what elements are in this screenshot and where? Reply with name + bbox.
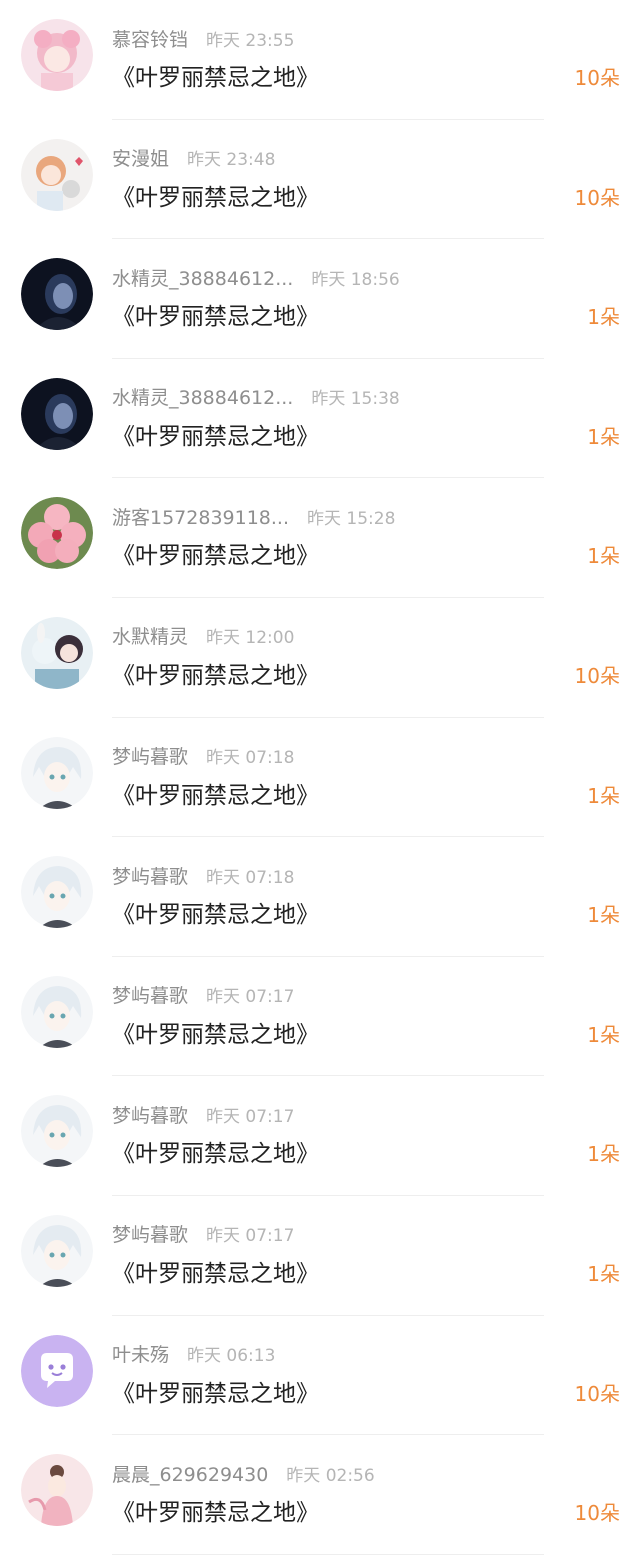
dark-hooded-girl-avatar[interactable] [21,377,93,450]
item-title: 《叶罗丽禁忌之地》 [112,1500,319,1527]
pink-costume-girl-avatar[interactable] [21,1454,93,1527]
list-item[interactable]: 梦屿暮歌 昨天 07:17 《叶罗丽禁忌之地》 1朵 [0,1196,640,1316]
flower-count: 1朵 [587,1022,620,1047]
item-meta: 梦屿暮歌 昨天 07:18 [112,861,294,889]
flower-count: 1朵 [587,305,620,330]
list-item[interactable]: 晨晨_629629430 昨天 02:56 《叶罗丽禁忌之地》 10朵 [0,1435,640,1555]
list-item[interactable]: 梦屿暮歌 昨天 07:17 《叶罗丽禁忌之地》 1朵 [0,957,640,1077]
list-item[interactable]: 梦屿暮歌 昨天 07:18 《叶罗丽禁忌之地》 1朵 [0,718,640,838]
list-item[interactable]: 慕容铃铛 昨天 23:55 《叶罗丽禁忌之地》 10朵 [0,0,640,120]
flower-count: 10朵 [574,663,620,688]
user-name[interactable]: 梦屿暮歌 [112,862,188,889]
item-title: 《叶罗丽禁忌之地》 [112,65,319,91]
list-item[interactable]: 安漫姐 昨天 23:48 《叶罗丽禁忌之地》 10朵 [0,120,640,240]
timestamp: 昨天 15:38 [311,389,400,410]
item-title: 《叶罗丽禁忌之地》 [112,423,319,450]
flower-count: 10朵 [574,185,620,210]
white-hair-boy-avatar[interactable] [21,1095,93,1168]
item-meta: 叶未殇 昨天 06:13 [112,1340,275,1368]
user-name[interactable]: 梦屿暮歌 [112,742,188,769]
timestamp: 昨天 07:17 [206,1106,295,1127]
item-title: 《叶罗丽禁忌之地》 [112,902,319,929]
timestamp: 昨天 07:17 [206,987,295,1008]
user-name[interactable]: 梦屿暮歌 [112,1220,188,1247]
user-name[interactable]: 水精灵_38884612... [112,264,293,291]
list-item[interactable]: 水精灵_38884612... 昨天 15:38 《叶罗丽禁忌之地》 1朵 [0,359,640,479]
item-title: 《叶罗丽禁忌之地》 [112,1260,319,1287]
timestamp: 昨天 18:56 [311,269,400,290]
timestamp: 昨天 02:56 [286,1465,375,1486]
flower-count: 1朵 [587,424,620,449]
list-item[interactable]: 游客1572839118... 昨天 15:28 《叶罗丽禁忌之地》 1朵 [0,478,640,598]
white-hair-boy-avatar[interactable] [21,975,93,1048]
item-meta: 梦屿暮歌 昨天 07:17 [112,981,294,1009]
list-item[interactable]: 水默精灵 昨天 12:00 《叶罗丽禁忌之地》 10朵 [0,598,640,718]
item-meta: 梦屿暮歌 昨天 07:18 [112,742,294,770]
white-hair-boy-avatar[interactable] [21,736,93,809]
item-title: 《叶罗丽禁忌之地》 [112,1380,319,1407]
item-title: 《叶罗丽禁忌之地》 [112,782,319,809]
user-name[interactable]: 晨晨_629629430 [112,1460,268,1487]
pink-flower-avatar[interactable] [21,497,93,570]
flower-count: 1朵 [587,1142,620,1167]
white-hair-boy-avatar[interactable] [21,1214,93,1287]
item-meta: 水默精灵 昨天 12:00 [112,622,294,650]
user-name[interactable]: 梦屿暮歌 [112,981,188,1008]
item-meta: 梦屿暮歌 昨天 07:17 [112,1220,294,1248]
user-name[interactable]: 游客1572839118... [112,503,289,530]
dark-hooded-girl-avatar[interactable] [21,258,93,331]
user-name[interactable]: 水默精灵 [112,622,188,649]
flower-count: 10朵 [574,66,620,90]
timestamp: 昨天 07:18 [206,867,295,888]
item-title: 《叶罗丽禁忌之地》 [112,662,319,689]
flower-count: 10朵 [574,1501,620,1526]
user-name[interactable]: 安漫姐 [112,144,169,171]
anime-pair-avatar[interactable] [21,616,93,689]
item-meta: 游客1572839118... 昨天 15:28 [112,502,395,530]
anime-girl-bunny-avatar[interactable] [21,138,93,211]
item-meta: 晨晨_629629430 昨天 02:56 [112,1459,375,1487]
item-title: 《叶罗丽禁忌之地》 [112,1021,319,1048]
pink-doll-avatar[interactable] [21,19,93,91]
item-title: 《叶罗丽禁忌之地》 [112,304,319,331]
timestamp: 昨天 12:00 [206,628,295,649]
gift-record-list: 慕容铃铛 昨天 23:55 《叶罗丽禁忌之地》 10朵 安漫姐 昨天 23:48… [0,0,640,1555]
flower-count: 1朵 [587,783,620,808]
flower-count: 1朵 [587,1261,620,1286]
user-name[interactable]: 叶未殇 [112,1340,169,1367]
user-name[interactable]: 慕容铃铛 [112,25,188,52]
flower-count: 10朵 [574,1381,620,1406]
item-title: 《叶罗丽禁忌之地》 [112,543,319,570]
purple-chat-bubble-avatar[interactable] [21,1334,93,1407]
timestamp: 昨天 06:13 [187,1346,276,1367]
item-meta: 水精灵_38884612... 昨天 15:38 [112,383,400,411]
item-title: 《叶罗丽禁忌之地》 [112,184,319,211]
timestamp: 昨天 23:48 [187,150,276,171]
list-item[interactable]: 水精灵_38884612... 昨天 18:56 《叶罗丽禁忌之地》 1朵 [0,239,640,359]
item-meta: 水精灵_38884612... 昨天 18:56 [112,263,400,291]
white-hair-boy-avatar[interactable] [21,856,93,929]
flower-count: 1朵 [587,903,620,928]
user-name[interactable]: 梦屿暮歌 [112,1101,188,1128]
item-title: 《叶罗丽禁忌之地》 [112,1141,319,1168]
timestamp: 昨天 07:18 [206,748,295,769]
user-name[interactable]: 水精灵_38884612... [112,383,293,410]
list-item[interactable]: 叶未殇 昨天 06:13 《叶罗丽禁忌之地》 10朵 [0,1316,640,1436]
list-item[interactable]: 梦屿暮歌 昨天 07:18 《叶罗丽禁忌之地》 1朵 [0,837,640,957]
timestamp: 昨天 07:17 [206,1226,295,1247]
item-meta: 慕容铃铛 昨天 23:55 [112,24,294,52]
divider [112,1553,544,1555]
list-item[interactable]: 梦屿暮歌 昨天 07:17 《叶罗丽禁忌之地》 1朵 [0,1076,640,1196]
flower-count: 1朵 [587,544,620,569]
timestamp: 昨天 23:55 [206,30,295,51]
timestamp: 昨天 15:28 [307,508,396,529]
item-meta: 安漫姐 昨天 23:48 [112,144,275,172]
item-meta: 梦屿暮歌 昨天 07:17 [112,1100,294,1128]
